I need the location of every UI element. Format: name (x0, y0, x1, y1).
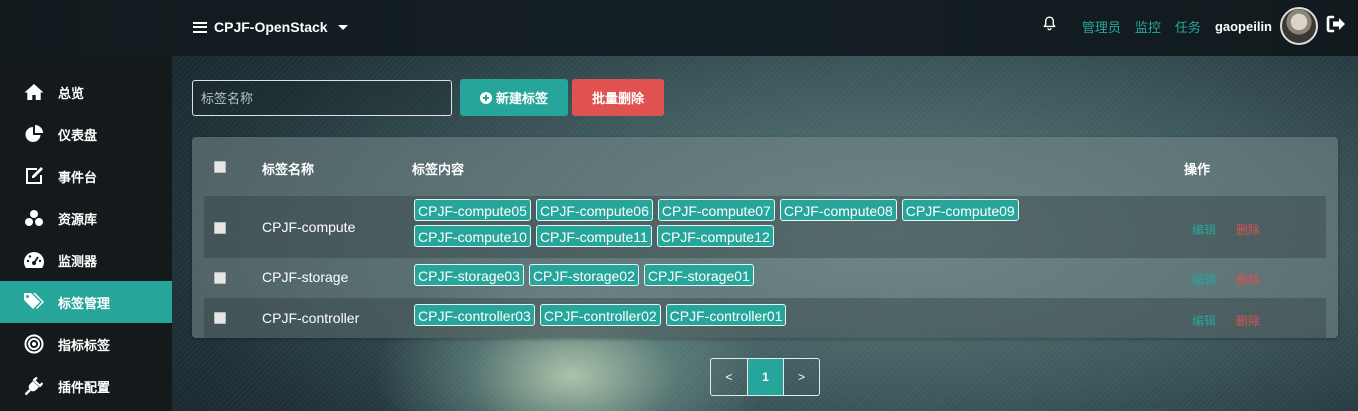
table-row: CPJF-storage CPJF-storage03 CPJF-storage… (204, 258, 1326, 296)
top-right-nav: 管理员 监控 任务 gaopeilin (1043, 4, 1346, 48)
new-tag-button[interactable]: 新建标签 (460, 79, 568, 116)
dashboard-gauge-icon (23, 250, 45, 270)
sidebar-item-events[interactable]: 事件台 (0, 155, 172, 197)
sidebar-item-label: 事件台 (58, 169, 98, 185)
batch-delete-button[interactable]: 批量删除 (572, 79, 664, 116)
sidebar-item-tag-management[interactable]: 标签管理 (0, 281, 172, 323)
tag-name: CPJF-compute (262, 219, 356, 235)
tag-chip: CPJF-compute08 (779, 199, 897, 221)
tag-list: CPJF-storage03 CPJF-storage02 CPJF-stora… (414, 264, 1064, 286)
new-tag-label: 新建标签 (495, 91, 548, 106)
project-name: CPJF-OpenStack (214, 19, 328, 35)
cubes-icon (23, 208, 45, 228)
column-header-name: 标签名称 (262, 162, 315, 177)
home-icon (23, 82, 45, 102)
tag-chip: CPJF-compute06 (535, 199, 653, 221)
edit-icon (23, 166, 45, 186)
nav-link-tasks[interactable]: 任务 (1175, 17, 1201, 36)
bell-icon[interactable] (1043, 16, 1056, 36)
sidebar-item-monitors[interactable]: 监测器 (0, 239, 172, 281)
tag-chip: CPJF-compute10 (414, 225, 531, 247)
row-checkbox[interactable] (214, 272, 226, 284)
plug-icon (23, 376, 45, 396)
pagination: < 1 > (710, 358, 820, 396)
logout-icon[interactable] (1326, 15, 1346, 38)
row-checkbox[interactable] (214, 222, 226, 234)
prev-page-button[interactable]: < (711, 359, 747, 395)
table-row: CPJF-compute CPJF-compute05 CPJF-compute… (204, 196, 1326, 258)
tag-chip: CPJF-compute11 (535, 225, 652, 247)
sidebar-item-plugin-config[interactable]: 插件配置 (0, 365, 172, 407)
tag-chip: CPJF-storage01 (643, 264, 754, 286)
sidebar-item-label: 插件配置 (58, 379, 111, 395)
caret-down-icon (337, 24, 348, 30)
sidebar-item-label: 监测器 (58, 253, 98, 269)
tag-chip: CPJF-controller03 (414, 304, 535, 326)
next-page-button[interactable]: > (783, 359, 819, 395)
edit-link[interactable]: 编辑 (1192, 271, 1216, 288)
tag-chip: CPJF-storage03 (414, 264, 524, 286)
tag-list: CPJF-controller03 CPJF-controller02 CPJF… (414, 304, 1064, 326)
tag-chip: CPJF-compute12 (656, 225, 774, 247)
tag-chip: CPJF-controller02 (539, 304, 661, 326)
top-navbar: CPJF-OpenStack 管理员 监控 任务 gaopeilin (0, 0, 1358, 56)
plus-circle-icon (479, 91, 492, 104)
tags-table: 标签名称 标签内容 操作 CPJF-compute CPJF-compute05… (192, 137, 1338, 338)
pie-chart-icon (23, 124, 45, 144)
tag-name: CPJF-storage (262, 269, 349, 285)
page-1-button[interactable]: 1 (747, 359, 783, 395)
sidebar-item-label: 总览 (58, 85, 85, 101)
column-header-content: 标签内容 (412, 162, 465, 177)
list-icon (193, 21, 207, 33)
delete-link[interactable]: 删除 (1236, 271, 1260, 288)
sidebar: 总览 仪表盘 事件台 资源库 监测器 标签管理 指标标签 插件配置 (0, 56, 172, 411)
delete-link[interactable]: 删除 (1236, 221, 1260, 238)
edit-link[interactable]: 编辑 (1192, 312, 1216, 329)
batch-delete-label: 批量删除 (591, 91, 644, 106)
username[interactable]: gaopeilin (1215, 19, 1272, 34)
tag-list: CPJF-compute05 CPJF-compute06 CPJF-compu… (414, 199, 1054, 247)
main-content: 新建标签 批量删除 标签名称 标签内容 操作 CPJF-compute CPJF… (172, 56, 1358, 411)
sidebar-item-label: 资源库 (58, 211, 98, 227)
column-header-actions: 操作 (1184, 162, 1211, 177)
edit-link[interactable]: 编辑 (1192, 221, 1216, 238)
avatar[interactable] (1280, 7, 1318, 45)
tags-icon (23, 292, 45, 312)
target-icon (23, 334, 45, 354)
tag-chip: CPJF-compute07 (657, 199, 775, 221)
sidebar-item-overview[interactable]: 总览 (0, 71, 172, 113)
tag-chip: CPJF-storage02 (528, 264, 639, 286)
tag-chip: CPJF-compute05 (414, 199, 531, 221)
select-all-checkbox[interactable] (214, 161, 226, 173)
sidebar-item-dashboard[interactable]: 仪表盘 (0, 113, 172, 155)
project-selector[interactable]: CPJF-OpenStack (193, 16, 348, 38)
nav-link-admin[interactable]: 管理员 (1082, 17, 1121, 36)
sidebar-item-label: 仪表盘 (58, 127, 98, 143)
row-checkbox[interactable] (214, 312, 226, 324)
tag-name-search-input[interactable] (192, 80, 452, 116)
tag-name: CPJF-controller (262, 310, 360, 326)
delete-link[interactable]: 删除 (1236, 312, 1260, 329)
sidebar-item-metric-tags[interactable]: 指标标签 (0, 323, 172, 365)
nav-link-monitor[interactable]: 监控 (1135, 17, 1161, 36)
tag-chip: CPJF-controller01 (665, 304, 787, 326)
sidebar-item-label: 标签管理 (58, 295, 111, 311)
sidebar-item-resources[interactable]: 资源库 (0, 197, 172, 239)
tag-chip: CPJF-compute09 (901, 199, 1019, 221)
table-row: CPJF-controller CPJF-controller03 CPJF-c… (204, 298, 1326, 338)
sidebar-item-label: 指标标签 (58, 337, 111, 353)
